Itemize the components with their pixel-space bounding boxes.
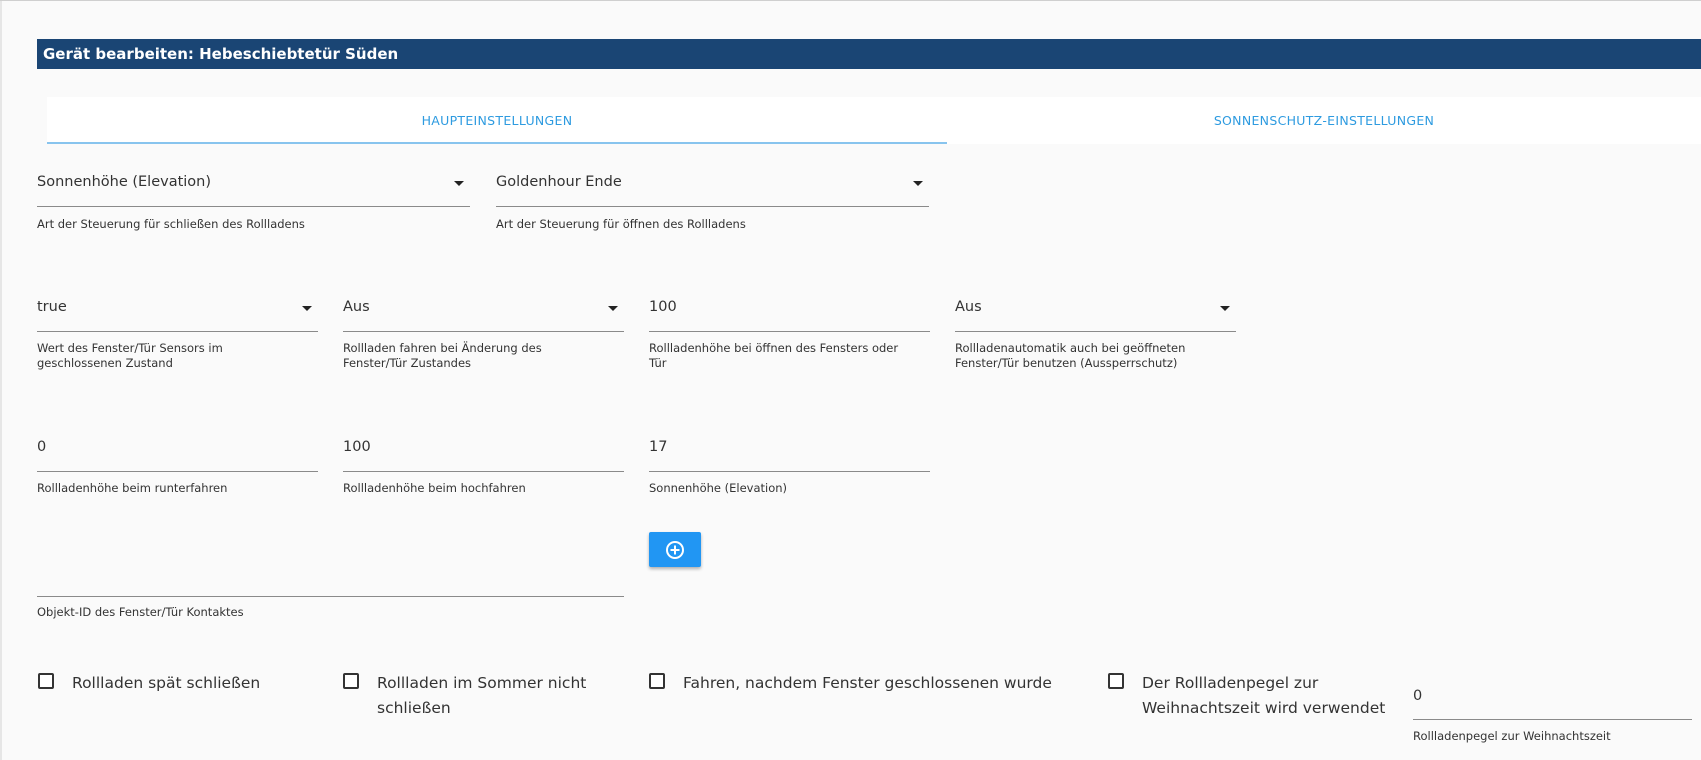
lockout-select[interactable]: Aus [955,291,1236,332]
down-height-helper: Rollladenhöhe beim runterfahren [37,481,228,495]
dropdown-arrow-icon [454,181,464,186]
add-object-button[interactable] [649,532,701,567]
christmas-level-label: Der Rollladenpegel zur Weihnachtszeit wi… [1142,674,1386,717]
move-after-window-closed-label: Fahren, nachdem Fenster geschlossenen wu… [683,674,1052,692]
active-tab-indicator [47,142,947,144]
christmas-level-input[interactable]: 0 [1413,680,1692,720]
edit-device-dialog: Gerät bearbeiten: Hebeschiebtetür Süden … [0,0,1701,760]
dropdown-arrow-icon [302,306,312,311]
sensor-value-value: true [37,299,67,315]
plus-circle-icon [666,541,684,559]
summer-no-close-label: Rollladen im Sommer nicht schließen [377,674,587,717]
dropdown-arrow-icon [1220,306,1230,311]
christmas-level-helper: Rollladenpegel zur Weihnachtszeit [1413,729,1611,743]
elevation-input[interactable]: 17 [649,431,930,472]
dropdown-arrow-icon [608,306,618,311]
contact-object-id-helper: Objekt-ID des Fenster/Tür Kontaktes [37,605,244,619]
open-type-value: Goldenhour Ende [496,174,622,190]
christmas-level-value: 0 [1413,688,1423,704]
open-height-input[interactable]: 100 [649,291,930,332]
close-type-helper: Art der Steuerung für schließen des Roll… [37,217,305,231]
summer-no-close-checkbox[interactable] [343,673,359,689]
move-on-change-value: Aus [343,299,370,315]
late-close-label: Rollladen spät schließen [72,674,261,692]
tab-sun-protection-settings[interactable]: SONNENSCHUTZ-EINSTELLUNGEN [947,97,1701,144]
lockout-value: Aus [955,299,982,315]
lockout-helper: Rollladenautomatik auch bei geöffneten F… [955,341,1186,370]
open-type-select[interactable]: Goldenhour Ende [496,166,929,207]
close-type-value: Sonnenhöhe (Elevation) [37,174,212,190]
up-height-helper: Rollladenhöhe beim hochfahren [343,481,526,495]
up-height-input[interactable]: 100 [343,431,624,472]
sensor-value-helper: Wert des Fenster/Tür Sensors im geschlos… [37,341,223,370]
dropdown-arrow-icon [913,181,923,186]
dialog-edge [0,1,2,760]
dialog-title: Gerät bearbeiten: Hebeschiebtetür Süden [37,39,1701,69]
settings-tabs: HAUPTEINSTELLUNGEN SONNENSCHUTZ-EINSTELL… [47,97,1701,144]
elevation-value: 17 [649,439,668,455]
down-height-value: 0 [37,439,47,455]
down-height-input[interactable]: 0 [37,431,318,472]
move-on-change-select[interactable]: Aus [343,291,624,332]
move-after-window-closed-checkbox[interactable] [649,673,665,689]
move-on-change-helper: Rollladen fahren bei Änderung des Fenste… [343,341,542,370]
open-height-helper: Rollladenhöhe bei öffnen des Fensters od… [649,341,899,370]
contact-object-id-input[interactable] [37,556,624,597]
open-type-helper: Art der Steuerung für öffnen des Rolllad… [496,217,746,231]
christmas-level-checkbox[interactable] [1108,673,1124,689]
up-height-value: 100 [343,439,371,455]
late-close-checkbox[interactable] [38,673,54,689]
sensor-value-select[interactable]: true [37,291,318,332]
open-height-value: 100 [649,299,677,315]
elevation-helper: Sonnenhöhe (Elevation) [649,481,788,495]
close-type-select[interactable]: Sonnenhöhe (Elevation) [37,166,470,207]
tab-main-settings[interactable]: HAUPTEINSTELLUNGEN [47,97,947,144]
